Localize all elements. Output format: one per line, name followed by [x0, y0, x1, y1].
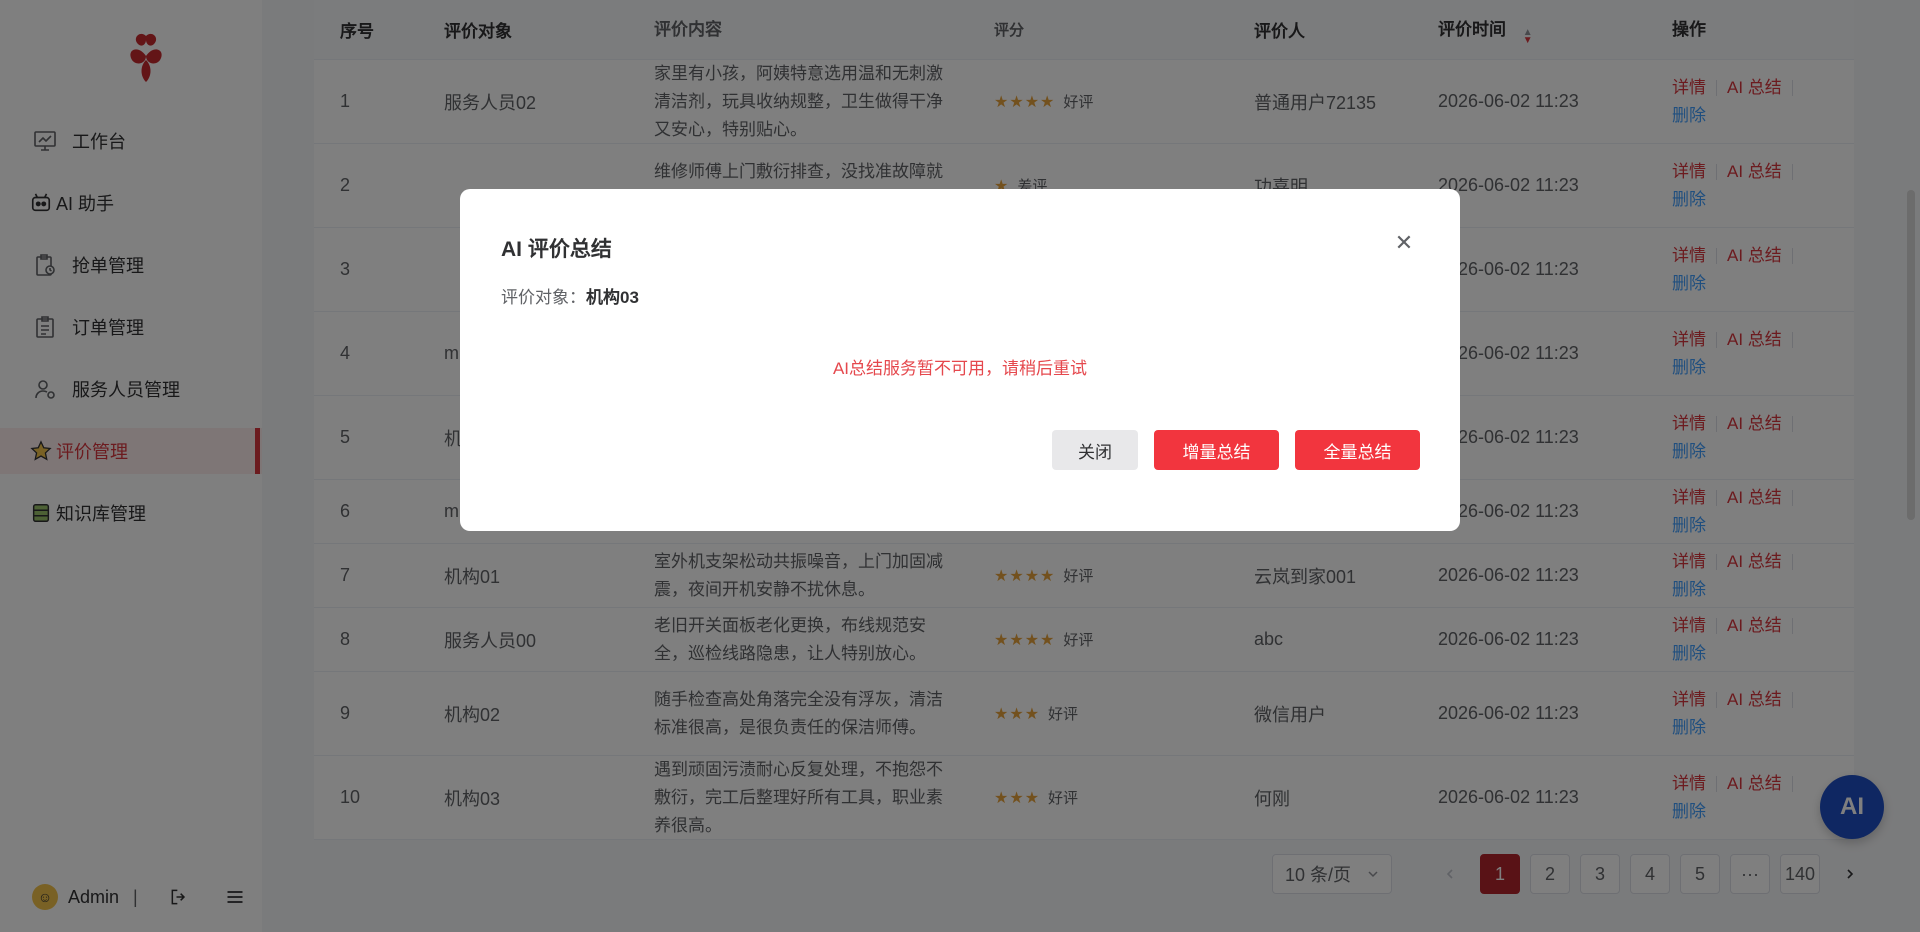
target-label: 评价对象： [501, 288, 586, 307]
target-value: 机构03 [586, 288, 639, 307]
dialog-title: AI 评价总结 [501, 238, 612, 261]
dialog-footer: 关闭 增量总结 全量总结 [1036, 430, 1420, 470]
error-message: AI总结服务暂不可用，请稍后重试 [832, 359, 1088, 378]
dialog-target: 评价对象：机构03 [501, 283, 639, 308]
incremental-summary-button[interactable]: 增量总结 [1154, 430, 1279, 470]
close-button[interactable]: 关闭 [1052, 430, 1138, 470]
ai-summary-dialog: AI 评价总结 ✕ 评价对象：机构03 AI总结服务暂不可用，请稍后重试 关闭 … [460, 189, 1460, 531]
close-icon[interactable]: ✕ [1392, 230, 1416, 255]
full-summary-button[interactable]: 全量总结 [1295, 430, 1420, 470]
